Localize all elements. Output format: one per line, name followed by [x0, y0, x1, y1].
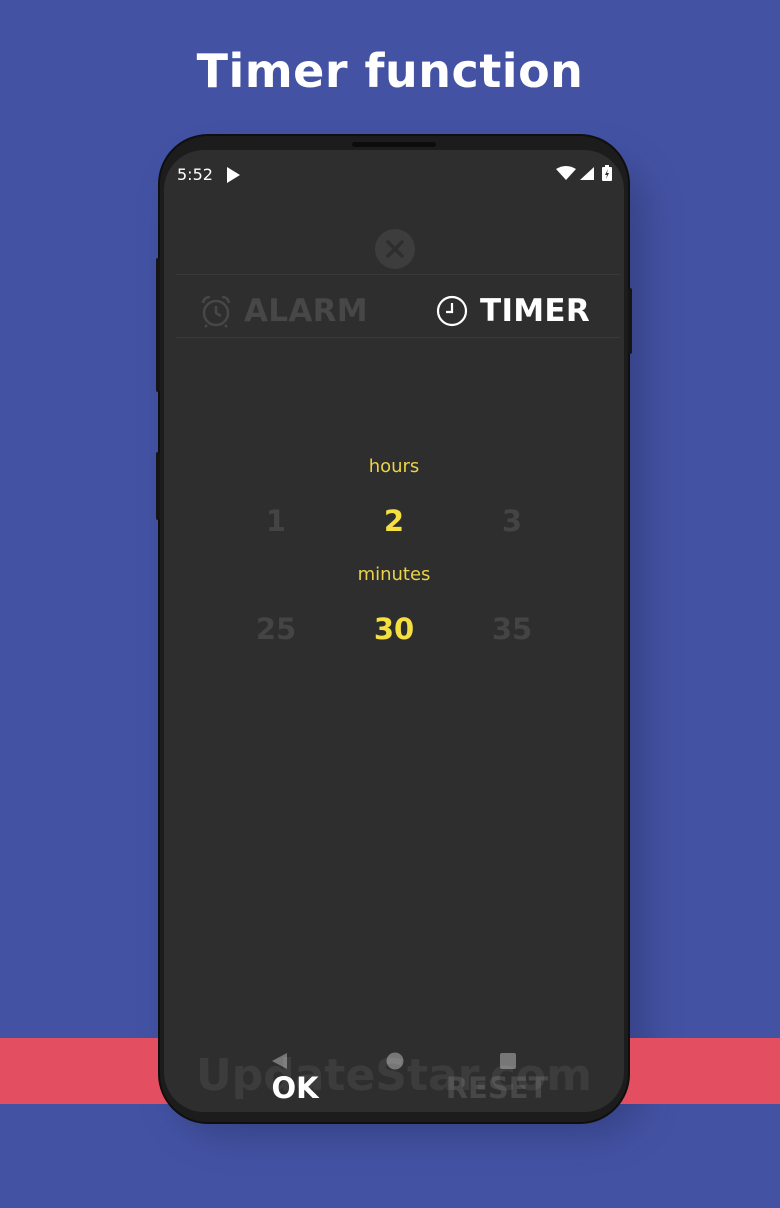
- status-time: 5:52: [177, 165, 213, 184]
- status-bar: 5:52: [164, 150, 624, 198]
- alarm-clock-icon: [201, 295, 231, 328]
- tab-divider-top: [176, 274, 620, 275]
- hours-label: hours: [368, 456, 420, 477]
- navigation-bar: [160, 1180, 620, 1208]
- wifi-icon: [556, 166, 576, 180]
- phone-screen: 5:52 ALARM TIMER hours 1 2 3 minutes 25 …: [164, 150, 624, 1112]
- hours-option-next[interactable]: 3: [452, 504, 572, 538]
- clock-icon: [436, 295, 468, 327]
- close-button[interactable]: [375, 229, 415, 269]
- tab-divider-bottom: [176, 337, 620, 338]
- phone-frame: 5:52 ALARM TIMER hours 1 2 3 minutes 25 …: [156, 136, 632, 1122]
- tab-timer-label: TIMER: [480, 293, 591, 329]
- minutes-option-selected[interactable]: 30: [334, 612, 454, 646]
- watermark: UpdateStar.com: [196, 1050, 592, 1101]
- play-icon: [227, 167, 240, 183]
- tab-timer[interactable]: TIMER: [436, 286, 590, 336]
- close-icon: [386, 240, 404, 258]
- hours-option-selected[interactable]: 2: [334, 504, 454, 538]
- minutes-option-next[interactable]: 35: [452, 612, 572, 646]
- headline: Timer function: [196, 44, 584, 98]
- volume-button: [156, 258, 160, 392]
- power-button: [628, 288, 632, 354]
- hours-option-prev[interactable]: 1: [216, 504, 336, 538]
- earpiece: [352, 142, 436, 147]
- minutes-label: minutes: [357, 564, 431, 585]
- signal-icon: [580, 167, 594, 180]
- minutes-option-prev[interactable]: 25: [216, 612, 336, 646]
- tab-alarm-label: ALARM: [244, 293, 368, 329]
- tab-alarm[interactable]: ALARM: [200, 286, 368, 336]
- battery-icon: [602, 165, 612, 181]
- bixby-button: [156, 452, 160, 520]
